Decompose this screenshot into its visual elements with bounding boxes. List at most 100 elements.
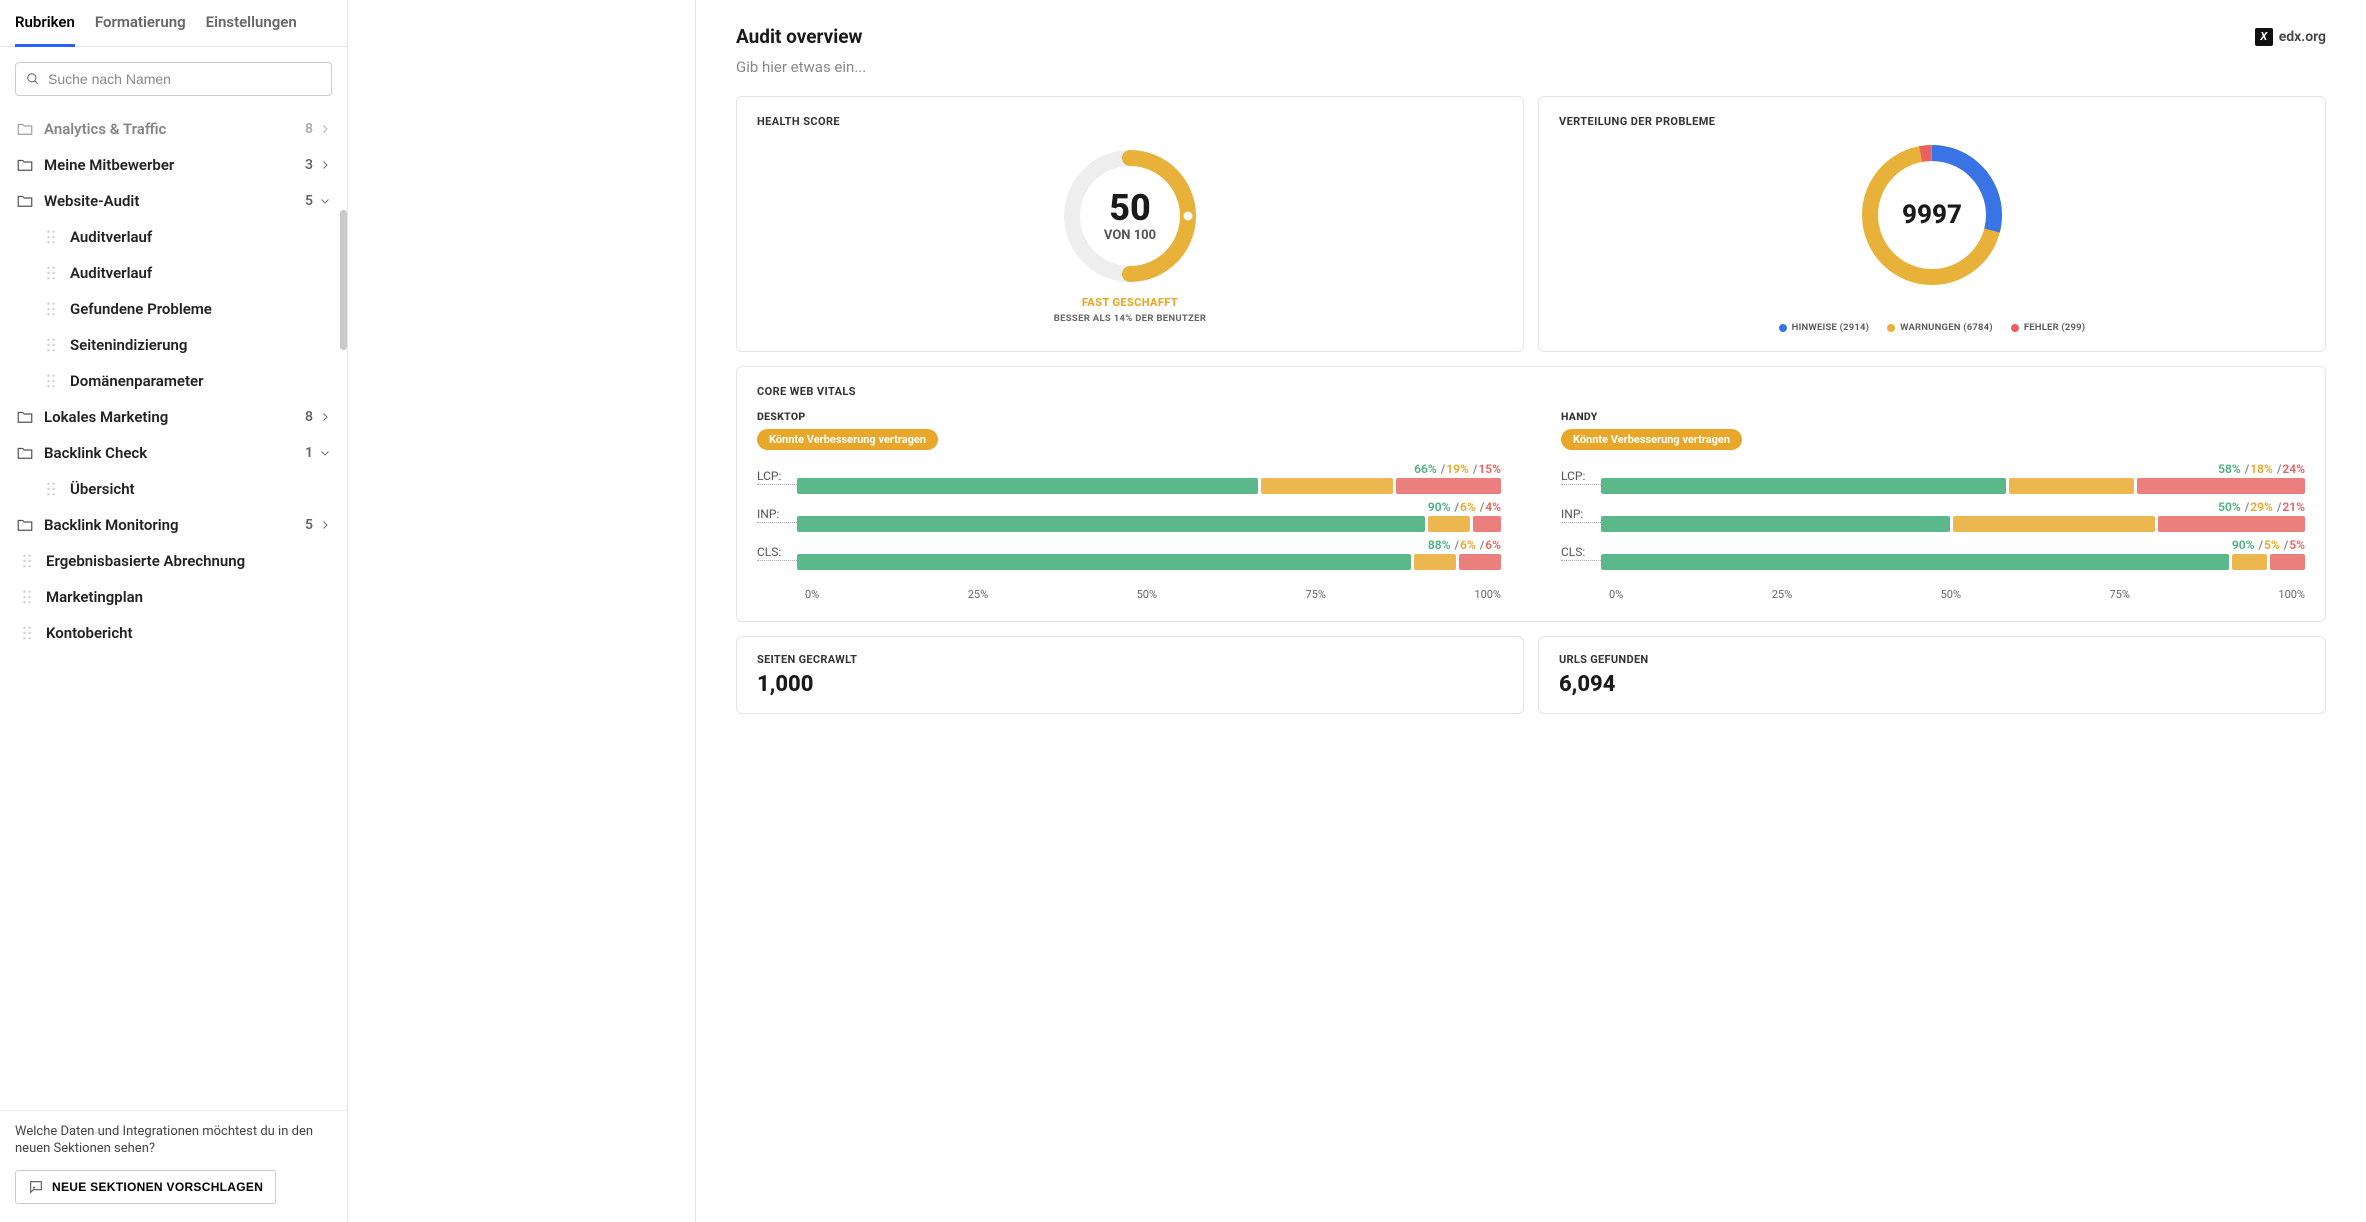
nav-label: Kontobericht [46,624,133,642]
metric-label: INP: [757,507,797,523]
cwv-head: DESKTOP [757,410,1501,423]
suggest-sections-button[interactable]: NEUE SEKTIONEN VORSCHLAGEN [15,1170,276,1204]
nav-count: 5 [305,193,313,209]
pages-crawled-card: SEITEN GECRAWLT 1,000 [736,636,1524,714]
folder-icon [16,516,34,534]
drag-icon [20,626,34,640]
nav-sub-label: Auditverlauf [70,264,152,282]
stat-title: URLS GEFUNDEN [1559,653,2305,666]
nav-audit-history-1[interactable]: Auditverlauf [0,219,347,255]
chevron-right-icon [319,519,331,531]
nav-sub-label: Domänenparameter [70,372,203,390]
nav-marketing-plan[interactable]: Marketingplan [0,579,347,615]
nav-domain-params[interactable]: Domänenparameter [0,363,347,399]
nav-count: 8 [305,121,313,137]
nav-label: Backlink Monitoring [44,516,305,534]
footer-button-label: NEUE SEKTIONEN VORSCHLAGEN [52,1180,263,1194]
tab-formatierung[interactable]: Formatierung [95,13,186,46]
nav-count: 8 [305,409,313,425]
nav-audit-history-2[interactable]: Auditverlauf [0,255,347,291]
nav-found-problems[interactable]: Gefundene Probleme [0,291,347,327]
legend-errors: FEHLER (299) [2024,322,2086,333]
nav-label: Marketingplan [46,588,143,606]
stat-value: 1,000 [757,672,1503,697]
nav-account-report[interactable]: Kontobericht [0,615,347,651]
cwv-head: HANDY [1561,410,2305,423]
nav-backlink-monitoring[interactable]: Backlink Monitoring 5 [0,507,347,543]
scrollbar-thumb[interactable] [340,210,347,350]
health-score-card: HEALTH SCORE 50 VON 100 FAST GESCH [736,96,1524,352]
nav-backlink-check[interactable]: Backlink Check 1 [0,435,347,471]
nav-label: Ergebnisbasierte Abrechnung [46,552,245,570]
metric-lcp: LCP: 66% /19% /15% [757,462,1501,494]
stat-value: 6,094 [1559,672,2305,697]
folder-icon [16,192,34,210]
metric-label: LCP: [757,469,797,485]
folder-icon [16,120,34,138]
folder-icon [16,444,34,462]
cwv-axis: 0%25%50%75%100% [1561,588,2305,601]
middle-column [348,0,696,1222]
sidebar-tabs: Rubriken Formatierung Einstellungen [0,0,347,47]
drag-icon [44,482,58,496]
legend-dot-blue [1779,324,1787,332]
search-icon [26,72,40,86]
drag-icon [44,266,58,280]
metric-label: INP: [1561,507,1601,523]
nav-label: Website-Audit [44,192,305,210]
legend-warnings: WARNUNGEN (6784) [1900,322,1993,333]
folder-icon [16,408,34,426]
sidebar: Rubriken Formatierung Einstellungen Anal… [0,0,348,1222]
nav-billing[interactable]: Ergebnisbasierte Abrechnung [0,543,347,579]
nav-local-marketing[interactable]: Lokales Marketing 8 [0,399,347,435]
drag-icon [44,338,58,352]
page-title: Audit overview [736,25,863,48]
search-input[interactable] [48,71,321,87]
nav-analytics[interactable]: Analytics & Traffic 8 [0,111,347,147]
nav-website-audit[interactable]: Website-Audit 5 [0,183,347,219]
cwv-badge: Könnte Verbesserung vertragen [757,429,938,450]
core-web-vitals-card: CORE WEB VITALS DESKTOP Könnte Verbesser… [736,366,2326,622]
nav-competitors[interactable]: Meine Mitbewerber 3 [0,147,347,183]
tab-rubriken[interactable]: Rubriken [15,13,75,47]
card-title: CORE WEB VITALS [757,385,2305,398]
nav-label: Meine Mitbewerber [44,156,305,174]
metric-lcp: LCP: 58% /18% /24% [1561,462,2305,494]
nav-page-indexing[interactable]: Seitenindizierung [0,327,347,363]
nav-count: 1 [305,445,313,461]
stat-title: SEITEN GECRAWLT [757,653,1503,666]
drag-icon [44,302,58,316]
card-title: VERTEILUNG DER PROBLEME [1559,115,2305,128]
chevron-down-icon [319,195,331,207]
nav-backlink-overview[interactable]: Übersicht [0,471,347,507]
subtitle-input[interactable]: Gib hier etwas ein... [736,58,2326,76]
metric-inp: INP: 90% /6% /4% [757,500,1501,532]
tab-einstellungen[interactable]: Einstellungen [206,13,297,46]
domain-indicator: X edx.org [2255,28,2326,46]
drag-icon [44,230,58,244]
metric-cls: CLS: 90% /5% /5% [1561,538,2305,570]
legend-hints: HINWEISE (2914) [1792,322,1869,333]
health-compare: BESSER ALS 14% DER BENUTZER [1054,313,1206,324]
sidebar-footer: Welche Daten und Integrationen möchtest … [0,1110,347,1222]
problems-card: VERTEILUNG DER PROBLEME 9997 HINWEISE (2… [1538,96,2326,352]
nav-sub-label: Auditverlauf [70,228,152,246]
problems-legend: HINWEISE (2914) WARNUNGEN (6784) FEHLER … [1779,322,2086,333]
cwv-badge: Könnte Verbesserung vertragen [1561,429,1742,450]
footer-prompt: Welche Daten und Integrationen möchtest … [15,1123,332,1158]
card-title: HEALTH SCORE [757,115,1503,128]
main-content: Audit overview X edx.org Gib hier etwas … [696,0,2366,1222]
health-status: FAST GESCHAFFT [1082,296,1178,309]
metric-label: LCP: [1561,469,1601,485]
metric-cls: CLS: 88% /6% /6% [757,538,1501,570]
cwv-mobile: HANDY Könnte Verbesserung vertragen LCP:… [1561,410,2305,601]
search-input-wrap[interactable] [15,62,332,96]
legend-dot-red [2011,324,2019,332]
chevron-right-icon [319,411,331,423]
nav-label: Analytics & Traffic [44,120,305,138]
metric-label: CLS: [1561,545,1601,561]
metric-label: CLS: [757,545,797,561]
nav-list: Analytics & Traffic 8 Meine Mitbewerber … [0,111,347,1110]
problems-total: 9997 [1857,140,2007,290]
urls-found-card: URLS GEFUNDEN 6,094 [1538,636,2326,714]
